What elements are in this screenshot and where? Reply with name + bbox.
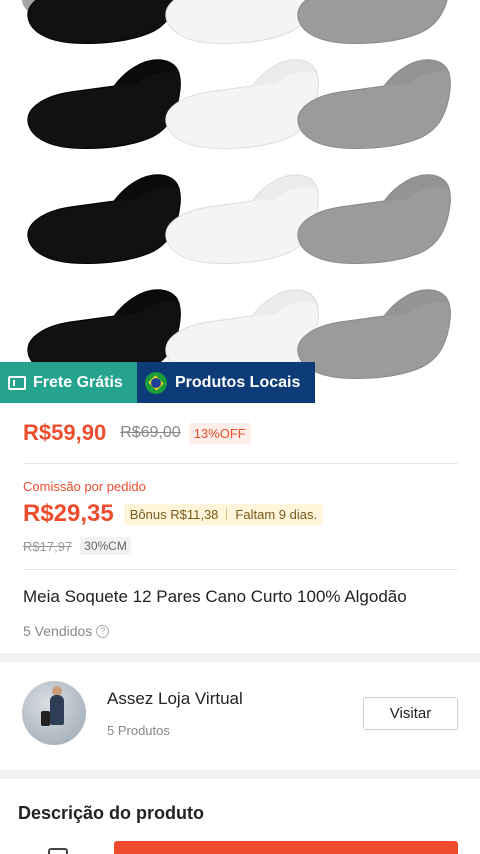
current-price: R$59,90 (23, 420, 107, 445)
free-shipping-badge: Frete Grátis (0, 362, 137, 403)
ticket-icon (8, 375, 26, 390)
commission-row: R$29,35 Bônus R$11,38 Faltam 9 dias. (23, 500, 324, 528)
sock-pair (292, 50, 452, 150)
bonus-badge: Bônus R$11,38 Faltam 9 dias. (123, 503, 324, 525)
sock-pair (292, 280, 452, 380)
sock-pair (22, 50, 182, 150)
chat-icon[interactable] (48, 848, 68, 854)
description-title: Descrição do produto (18, 803, 205, 823)
divider (23, 463, 458, 464)
sold-count-row: 5 Vendidos ? (23, 623, 110, 639)
shop-avatar[interactable] (22, 681, 86, 745)
sock-pair (292, 0, 452, 45)
price-row: R$59,90 R$69,00 13%OFF (23, 420, 251, 446)
product-page: Frete Grátis Produtos Locais R$59,90 R$6… (0, 0, 480, 854)
brazil-flag-icon (145, 371, 167, 394)
commission-value: R$29,35 (23, 500, 114, 527)
product-badges: Frete Grátis Produtos Locais (0, 362, 315, 403)
info-icon[interactable]: ? (96, 624, 110, 638)
commission-label: Comissão por pedido (23, 479, 146, 494)
visit-shop-button[interactable]: Visitar (363, 697, 458, 730)
free-shipping-label: Frete Grátis (33, 373, 123, 391)
divider (23, 569, 458, 570)
bottom-action-bar (0, 838, 480, 854)
sold-count: 5 Vendidos (23, 623, 93, 639)
section-separator (0, 653, 480, 662)
bonus-separator (226, 508, 228, 520)
discount-badge: 13%OFF (188, 422, 251, 444)
bonus-amount: Bônus R$11,38 (129, 506, 219, 522)
product-image-gallery[interactable]: Frete Grátis Produtos Locais (0, 0, 480, 403)
sock-pair (22, 165, 182, 265)
commission-sub-row: R$17,97 30%CM (23, 537, 131, 555)
primary-action-button[interactable] (114, 841, 458, 854)
sock-pair (22, 0, 182, 45)
original-price: R$69,00 (120, 424, 181, 441)
local-products-badge: Produtos Locais (137, 362, 315, 403)
shop-card[interactable]: Assez Loja Virtual 5 Produtos Visitar (22, 681, 458, 745)
section-separator (0, 770, 480, 779)
shop-product-count: 5 Produtos (107, 723, 170, 738)
bonus-remaining: Faltam 9 dias. (235, 506, 318, 522)
shop-name[interactable]: Assez Loja Virtual (107, 689, 243, 709)
commission-old-value: R$17,97 (23, 538, 73, 554)
sock-pair (292, 165, 452, 265)
commission-rate: 30%CM (80, 537, 131, 555)
product-title: Meia Soquete 12 Pares Cano Curto 100% Al… (23, 587, 407, 606)
local-products-label: Produtos Locais (175, 373, 301, 391)
